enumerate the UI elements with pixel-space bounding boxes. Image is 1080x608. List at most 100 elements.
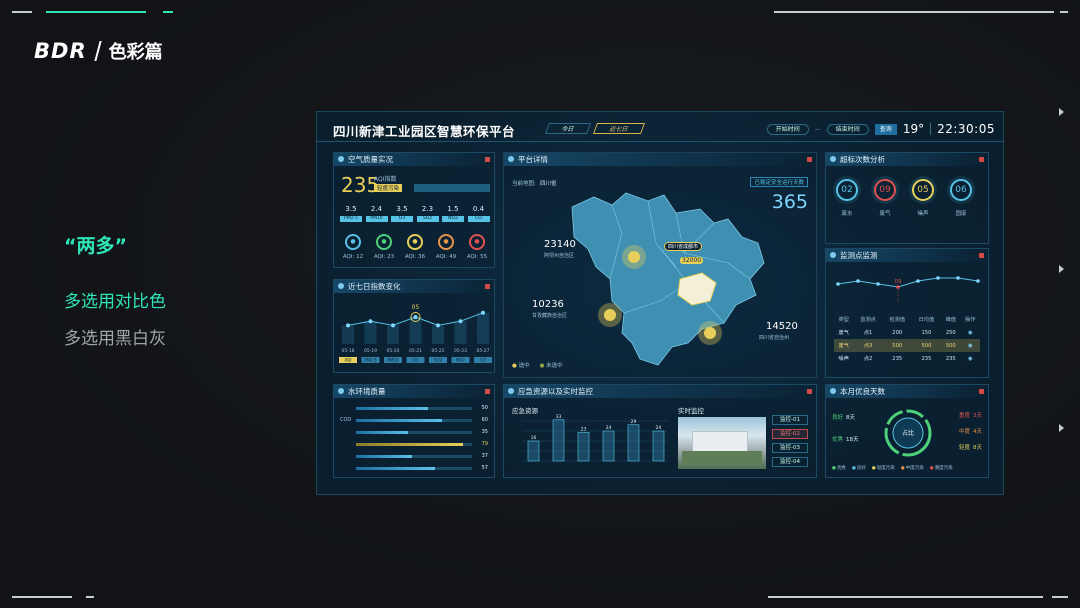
monitor-item[interactable]: 监控-01 (772, 415, 808, 425)
globe-icon (508, 156, 514, 162)
good-days-right-value: 4天 (973, 429, 982, 435)
water-row-fill (356, 455, 412, 458)
legend-selected: ● 选中 (512, 361, 530, 369)
monitor-point (916, 279, 920, 283)
panel-header: 本月优良天数 (826, 385, 988, 398)
panel-title: 监测点监测 (840, 251, 878, 260)
map-label-value: 10236 (532, 299, 564, 310)
panel-marker-icon (979, 157, 984, 162)
water-row-bar (356, 431, 472, 434)
chengdu-label: 四川省成都市 (664, 242, 703, 251)
bottom-right-line (768, 596, 1043, 598)
map-label-name: 阿坝州自治区 (544, 253, 575, 259)
clock: 22:30:05 (937, 122, 995, 136)
panel-title: 平台详情 (518, 155, 548, 164)
panel-title: 本月优良天数 (840, 387, 885, 396)
monitor-point (976, 279, 980, 283)
good-days-legend-item: ●中度污染 (901, 465, 924, 471)
alarm-icon (508, 388, 514, 394)
dashboard-screenshot: 四川新津工业园区智慧环保平台 今日 近七日 开始时间 — 结束时间 查询 19°… (316, 111, 1004, 495)
seven-day-date: 05-22 (431, 348, 444, 354)
header-controls: 开始时间 — 结束时间 查询 19° 22:30:05 (766, 122, 995, 136)
good-days-left-item: 优秀 18天 (832, 435, 859, 443)
monitor-line-chart: 09 (836, 276, 980, 303)
map-marker[interactable] (704, 327, 716, 339)
monitor-point (956, 276, 960, 280)
tab-seven-days[interactable]: 近七日 (593, 123, 646, 134)
map-marker[interactable] (604, 309, 616, 321)
water-row-fill (356, 467, 435, 470)
monitor-building (692, 431, 748, 453)
end-time-field[interactable]: 结束时间 (826, 123, 869, 135)
panel-header: 近七日指数变化 (334, 280, 494, 293)
emergency-bar-value: 29 (631, 419, 637, 425)
air-reading-badge: PM10 (365, 216, 388, 222)
good-days-left-label: 优秀 (832, 437, 844, 443)
air-quality-panel: 空气质量实况 235 AQI指数 轻度污染 3.5 PM2.5 2.4 PM10 3.5… (333, 152, 495, 268)
location-icon[interactable]: ◉ (968, 356, 973, 362)
aqi-label: AQI指数 (374, 176, 397, 183)
water-row-fill (356, 419, 442, 422)
air-reading-value: 2.3 (421, 205, 434, 213)
seven-day-point (481, 310, 485, 315)
bottom-left-line (12, 596, 72, 598)
panel-marker-icon (485, 157, 490, 162)
pollutant-aqi: AQI: 55 (466, 254, 488, 260)
monitor-col-header: 操作 (965, 317, 976, 323)
range-dash: — (814, 125, 821, 133)
brand-logo: BDR (34, 39, 87, 63)
seven-day-panel: 近七日指数变化 05-18 05-19 05-20 05-21 05-22 05-23 05… (333, 279, 495, 373)
start-time-field[interactable]: 开始时间 (766, 123, 809, 135)
brand-separator (93, 41, 102, 61)
monitor-item[interactable]: 监控-04 (772, 457, 808, 467)
tab-today[interactable]: 今日 (544, 123, 592, 134)
pollutant-icon: ● (438, 234, 454, 250)
bottom-left-dot (86, 596, 94, 598)
target-icon (830, 252, 836, 258)
monitor-item[interactable]: 监控-02 (772, 429, 808, 439)
seven-day-tag: PM10 (388, 358, 399, 363)
good-days-legend-label: 良好 (856, 466, 866, 471)
location-icon[interactable]: ◉ (968, 343, 973, 349)
aqi-info-bar (414, 184, 490, 192)
panel-marker-icon (807, 157, 812, 162)
table-row[interactable]: 噪声 点2 235 235 235 ◉ (834, 352, 980, 365)
slide: BDR 色彩篇 “两多” 多选用对比色 多选用黑白灰 四川新津工业园区智慧环保平… (0, 0, 1080, 608)
chart-icon (338, 283, 344, 289)
pollutant-icon: ● (345, 234, 361, 250)
location-icon[interactable]: ◉ (968, 330, 973, 336)
water-row-fill (356, 443, 463, 446)
table-cell: 235 (945, 355, 956, 362)
slide-point-2: 多选用黑白灰 (64, 329, 166, 349)
monitor-point (936, 276, 940, 280)
monitor-point (896, 285, 900, 289)
seven-day-peak-label: 05 (412, 304, 420, 311)
table-cell: ◉ (961, 352, 981, 365)
air-reading-value: 3.5 (345, 205, 357, 213)
table-cell: 500 (941, 339, 961, 352)
top-right-line (774, 11, 1054, 13)
table-row[interactable]: 废气 点3 500 500 500 ◉ (834, 339, 980, 352)
good-days-right-item: 中度 4天 (959, 427, 982, 435)
air-reading-value: 1.5 (447, 205, 459, 213)
water-row-label: COD (340, 417, 352, 423)
water-row-value: 50 (481, 405, 488, 411)
table-cell: 200 (892, 329, 903, 336)
table-row[interactable]: 废气 点1 200 150 250 ◉ (834, 326, 980, 339)
monitor-point (836, 282, 840, 286)
emergency-bar (527, 440, 540, 462)
seven-day-point (391, 323, 395, 328)
emergency-bar-value: 23 (581, 426, 587, 432)
exceed-panel: 超标次数分析 02 废水 09 废气 05 噪声 06 固废 (825, 152, 989, 244)
monitor-item[interactable]: 监控-03 (772, 443, 808, 453)
monitor-video[interactable] (678, 417, 766, 469)
table-cell: 点2 (863, 356, 873, 362)
seven-day-bar (454, 321, 467, 344)
query-button[interactable]: 查询 (874, 123, 897, 135)
seven-day-bar (432, 325, 444, 344)
good-days-legend-item: ●优秀 (832, 465, 846, 471)
seven-day-date: 05-19 (364, 348, 377, 354)
sichuan-map (571, 192, 765, 366)
map-region[interactable] (571, 192, 765, 366)
map-marker[interactable] (628, 251, 640, 263)
